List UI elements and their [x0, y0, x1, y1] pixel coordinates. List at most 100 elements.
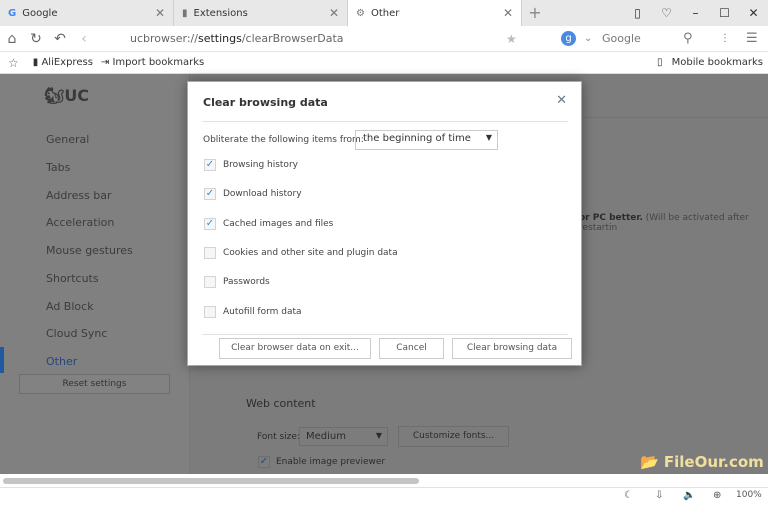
- clear-on-exit-button[interactable]: Clear browser data on exit...: [219, 338, 371, 359]
- back-icon[interactable]: ‹: [72, 31, 96, 47]
- url-path: /clearBrowserData: [241, 32, 344, 45]
- note-bold: or PC better.: [579, 213, 643, 223]
- option-checkbox[interactable]: ✓ Browsing history: [204, 159, 298, 171]
- checkbox-empty-icon[interactable]: [204, 246, 216, 259]
- option-checkbox[interactable]: ✓ Download history: [204, 188, 302, 201]
- maximize-button[interactable]: ☐: [710, 0, 739, 26]
- close-window-button[interactable]: ✕: [739, 0, 768, 26]
- divider: [202, 121, 568, 122]
- night-mode-icon[interactable]: ☾: [624, 490, 633, 501]
- tab-google[interactable]: G Google ✕: [0, 0, 174, 26]
- font-size-select[interactable]: Medium ▼: [299, 427, 388, 446]
- time-range-select[interactable]: the beginning of time ▼: [355, 130, 498, 150]
- checkbox-checked-icon[interactable]: ✓: [204, 188, 216, 201]
- checkbox-empty-icon[interactable]: [204, 276, 216, 289]
- url-scheme: ucbrowser://: [130, 32, 198, 45]
- sidebar-item-mouse-gestures[interactable]: Mouse gestures: [46, 244, 133, 257]
- sidebar-item-address-bar[interactable]: Address bar: [46, 189, 112, 202]
- close-tab-icon[interactable]: ✕: [503, 6, 513, 20]
- new-tab-button[interactable]: +: [522, 0, 548, 26]
- option-checkbox[interactable]: ✓ Cached images and files: [204, 217, 334, 230]
- image-previewer-checkbox[interactable]: ✓ Enable image previewer: [258, 456, 385, 468]
- tab-bar: G Google ✕ ▮ Extensions ✕ ⚙ Other ✕ + ▯ ♡ – ☐ …: [0, 0, 768, 26]
- url-input[interactable]: ucbrowser://settings/clearBrowserData: [130, 32, 344, 45]
- option-label: Autofill form data: [223, 306, 302, 317]
- close-tab-icon[interactable]: ✕: [329, 6, 339, 20]
- search-input[interactable]: Google: [602, 32, 641, 45]
- checkbox-checked-icon[interactable]: ✓: [204, 159, 216, 171]
- more-icon[interactable]: ⋮: [720, 33, 730, 44]
- acceleration-note: or PC better. (Will be activated after r…: [579, 213, 768, 233]
- star-icon[interactable]: ★: [506, 32, 517, 46]
- bookmark-import[interactable]: ⇥ Import bookmarks: [101, 57, 204, 68]
- google-icon: G: [8, 7, 17, 19]
- close-tab-icon[interactable]: ✕: [155, 6, 165, 20]
- clear-browsing-data-button[interactable]: Clear browsing data: [452, 338, 572, 359]
- checkbox-checked-icon[interactable]: ✓: [204, 217, 216, 230]
- option-label: Download history: [223, 189, 302, 200]
- web-content-heading: Web content: [246, 397, 316, 410]
- divider: [202, 334, 568, 335]
- reset-settings-button[interactable]: Reset settings: [19, 374, 170, 394]
- tab-extensions[interactable]: ▮ Extensions ✕: [174, 0, 348, 26]
- cancel-button[interactable]: Cancel: [379, 338, 444, 359]
- zoom-level[interactable]: 100%: [736, 490, 762, 500]
- dialog-title: Clear browsing data: [203, 96, 328, 109]
- sidebar-item-ad-block[interactable]: Ad Block: [46, 300, 94, 313]
- sidebar-item-other[interactable]: Other: [46, 355, 77, 368]
- option-label: Passwords: [223, 277, 270, 288]
- url-bold: settings: [197, 32, 242, 45]
- minimize-button[interactable]: –: [681, 0, 710, 26]
- option-label: Cached images and files: [223, 218, 334, 229]
- bookmark-aliexpress[interactable]: ▮ AliExpress: [33, 57, 93, 68]
- clear-browsing-data-dialog: Clear browsing data ✕ Obliterate the fol…: [187, 81, 582, 366]
- skin-icon[interactable]: ♡: [652, 0, 681, 26]
- star-outline-icon[interactable]: ☆: [8, 56, 19, 70]
- option-checkbox[interactable]: Cookies and other site and plugin data: [204, 246, 398, 259]
- option-checkbox[interactable]: Autofill form data: [204, 305, 302, 318]
- obliterate-label: Obliterate the following items from:: [203, 135, 364, 145]
- sidebar-item-shortcuts[interactable]: Shortcuts: [46, 272, 99, 285]
- puzzle-icon: ▮: [182, 7, 188, 19]
- search-engine-icon[interactable]: g: [561, 31, 576, 46]
- font-size-value: Medium: [306, 431, 346, 442]
- tab-label: Google: [22, 7, 58, 19]
- reload-icon[interactable]: ↻: [24, 31, 48, 47]
- sidebar-item-acceleration[interactable]: Acceleration: [46, 216, 114, 229]
- scrollbar-thumb[interactable]: [3, 478, 419, 484]
- bookmark-label: Mobile bookmarks: [671, 57, 763, 68]
- active-indicator: [0, 347, 4, 373]
- search-icon[interactable]: ⚲: [683, 31, 693, 46]
- sidebar-item-cloud-sync[interactable]: Cloud Sync: [46, 327, 107, 340]
- zoom-icon[interactable]: ⊕: [713, 490, 721, 501]
- horizontal-scrollbar[interactable]: [0, 474, 768, 488]
- uc-logo: 🐿UC: [44, 86, 90, 105]
- chevron-down-icon[interactable]: ⌄: [584, 33, 592, 44]
- close-icon[interactable]: ✕: [556, 93, 567, 108]
- download-icon[interactable]: ⇩: [655, 490, 663, 501]
- mobile-bookmarks[interactable]: ▯ Mobile bookmarks: [657, 57, 763, 68]
- menu-icon[interactable]: ☰: [746, 31, 758, 46]
- bookmark-label: Import bookmarks: [112, 57, 205, 68]
- dropdown-arrow-icon: ▼: [485, 133, 492, 142]
- bookmark-label: AliExpress: [41, 57, 93, 68]
- volume-icon[interactable]: 🔈: [683, 490, 695, 501]
- home-icon[interactable]: ⌂: [0, 31, 24, 47]
- tab-label: Other: [370, 7, 400, 19]
- font-size-label: Font size:: [257, 432, 300, 442]
- watermark-logo: 📂 FileOur.com: [640, 453, 764, 471]
- checkbox-empty-icon[interactable]: [204, 305, 216, 318]
- sidebar-item-tabs[interactable]: Tabs: [46, 161, 70, 174]
- dropdown-arrow-icon: ▼: [375, 431, 382, 440]
- option-checkbox[interactable]: Passwords: [204, 276, 270, 289]
- undo-icon[interactable]: ↶: [48, 31, 72, 47]
- sidebar-item-general[interactable]: General: [46, 133, 89, 146]
- checkbox-checked-icon: ✓: [258, 456, 270, 468]
- time-range-value: the beginning of time: [363, 133, 471, 144]
- vibrate-icon[interactable]: ▯: [623, 0, 652, 26]
- customize-fonts-button[interactable]: Customize fonts...: [398, 426, 509, 447]
- logo-text: UC: [64, 86, 90, 105]
- bookmarks-bar: ☆ ▮ AliExpress ⇥ Import bookmarks ▯ Mobi…: [0, 52, 768, 74]
- settings-sidebar: 🐿UC General Tabs Address bar Acceleratio…: [0, 74, 190, 474]
- tab-other[interactable]: ⚙ Other ✕: [348, 0, 522, 26]
